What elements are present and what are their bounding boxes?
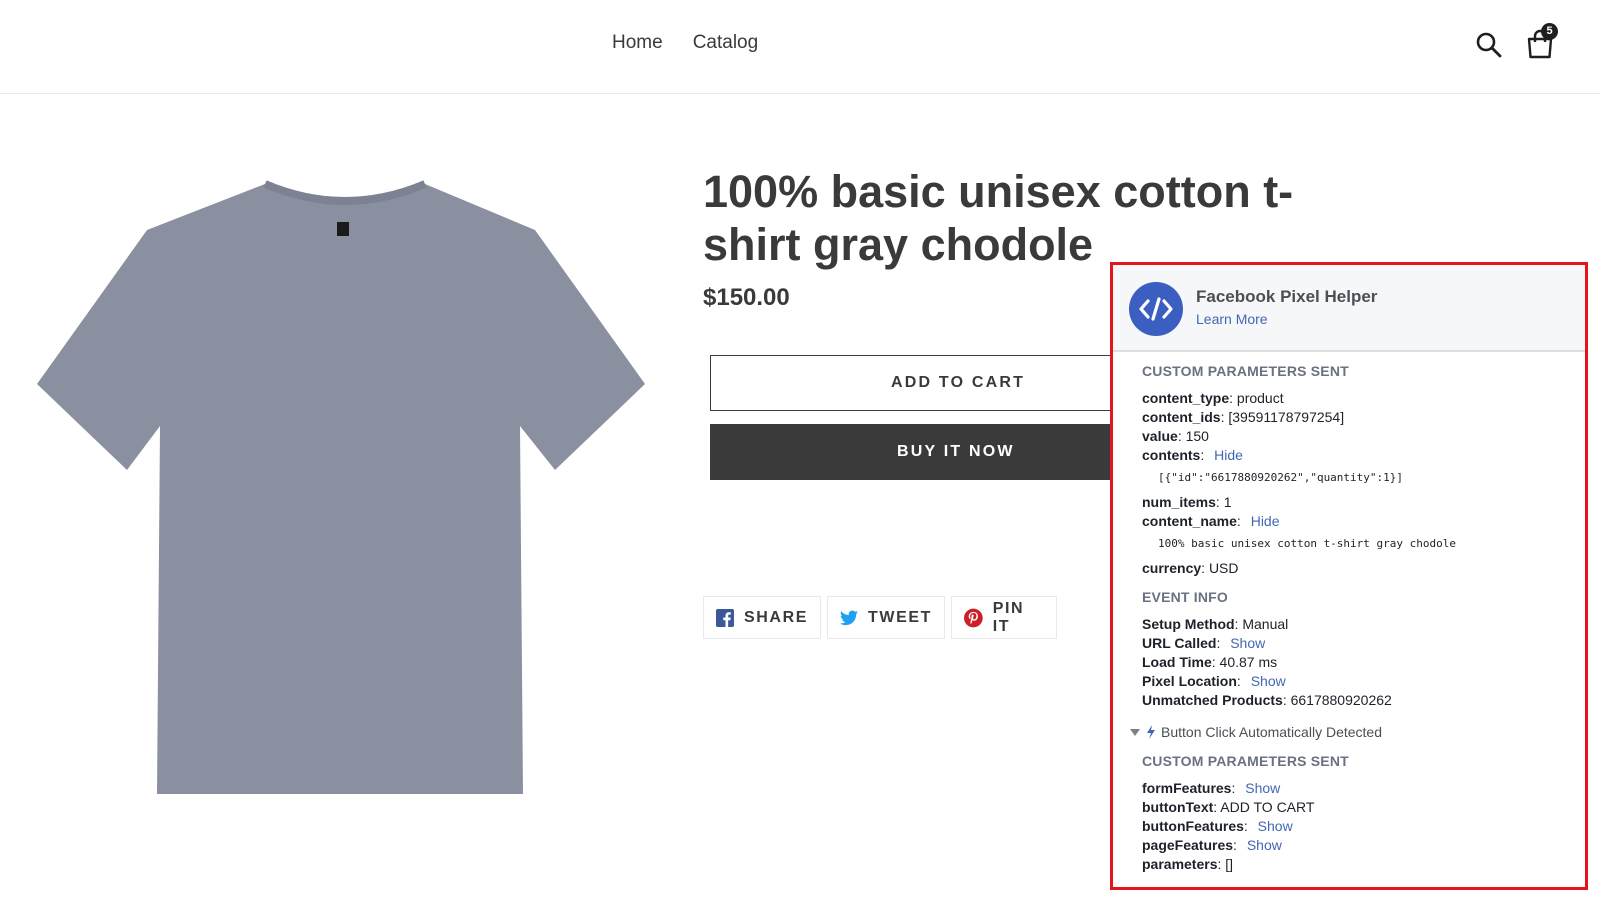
code-icon <box>1129 282 1183 336</box>
button-click-event-toggle[interactable]: Button Click Automatically Detected <box>1130 721 1582 743</box>
contents-json: [{"id":"6617880920262","quantity":1}] <box>1158 471 1404 484</box>
info-row: Load Time: 40.87 ms <box>1142 654 1278 670</box>
pixel-helper-header: Facebook Pixel Helper Learn More <box>1113 265 1585 352</box>
info-row: Unmatched Products: 6617880920262 <box>1142 692 1392 708</box>
cart-count-badge: 5 <box>1541 23 1558 40</box>
content-name-text: 100% basic unisex cotton t-shirt gray ch… <box>1158 537 1457 550</box>
pin-it-label: PIN IT <box>992 599 1025 635</box>
param-row: buttonFeatures: Show <box>1142 818 1293 834</box>
info-row: Setup Method: Manual <box>1142 616 1289 632</box>
param-row: num_items: 1 <box>1142 494 1232 510</box>
product-price: $150.00 <box>703 284 790 311</box>
param-row: content_type: product <box>1142 390 1284 406</box>
param-row: currency: USD <box>1142 560 1239 576</box>
search-icon[interactable] <box>1475 31 1503 59</box>
caret-down-icon <box>1130 728 1140 736</box>
nav-catalog-link[interactable]: Catalog <box>693 32 759 54</box>
page-features-show-link[interactable]: Show <box>1247 837 1282 853</box>
param-row: content_ids: [39591178797254] <box>1142 409 1345 425</box>
form-features-show-link[interactable]: Show <box>1245 780 1280 796</box>
twitter-icon <box>840 610 858 625</box>
pin-it-button[interactable]: PIN IT <box>951 596 1057 639</box>
contents-hide-link[interactable]: Hide <box>1214 447 1243 463</box>
section-heading: CUSTOM PARAMETERS SENT <box>1142 363 1349 379</box>
param-row: formFeatures: Show <box>1142 780 1281 796</box>
pixel-location-show-link[interactable]: Show <box>1251 673 1286 689</box>
pinterest-icon <box>964 608 983 627</box>
button-features-show-link[interactable]: Show <box>1258 818 1293 834</box>
param-row: parameters: [] <box>1142 856 1234 872</box>
content-name-hide-link[interactable]: Hide <box>1251 513 1280 529</box>
param-row: contents: Hide <box>1142 447 1243 463</box>
lightning-icon <box>1147 725 1155 739</box>
param-row: pageFeatures: Show <box>1142 837 1282 853</box>
main-nav: Home Catalog <box>612 32 758 54</box>
learn-more-link[interactable]: Learn More <box>1196 311 1268 327</box>
product-title: 100% basic unisex cotton t-shirt gray ch… <box>703 166 1294 270</box>
facebook-icon <box>716 608 734 627</box>
url-called-show-link[interactable]: Show <box>1230 635 1265 651</box>
product-image[interactable] <box>15 178 655 818</box>
tweet-label: TWEET <box>868 608 932 626</box>
info-row: Pixel Location: Show <box>1142 673 1286 689</box>
share-label: SHARE <box>743 608 808 626</box>
info-row: URL Called: Show <box>1142 635 1266 651</box>
site-header: Home Catalog 5 <box>0 0 1600 94</box>
share-facebook-button[interactable]: SHARE <box>703 596 821 639</box>
nav-home-link[interactable]: Home <box>612 32 663 54</box>
tweet-button[interactable]: TWEET <box>827 596 945 639</box>
section-heading: EVENT INFO <box>1142 589 1229 605</box>
param-row: value: 150 <box>1142 428 1209 444</box>
param-row: buttonText: ADD TO CART <box>1142 799 1315 815</box>
pixel-helper-body: CUSTOM PARAMETERS SENT content_type: pro… <box>1130 363 1582 875</box>
section-heading: CUSTOM PARAMETERS SENT <box>1142 753 1349 769</box>
pixel-helper-panel: Facebook Pixel Helper Learn More CUSTOM … <box>1110 262 1588 890</box>
param-row: content_name: Hide <box>1142 513 1280 529</box>
pixel-helper-title: Facebook Pixel Helper <box>1196 287 1378 306</box>
event-label: Button Click Automatically Detected <box>1161 724 1382 740</box>
